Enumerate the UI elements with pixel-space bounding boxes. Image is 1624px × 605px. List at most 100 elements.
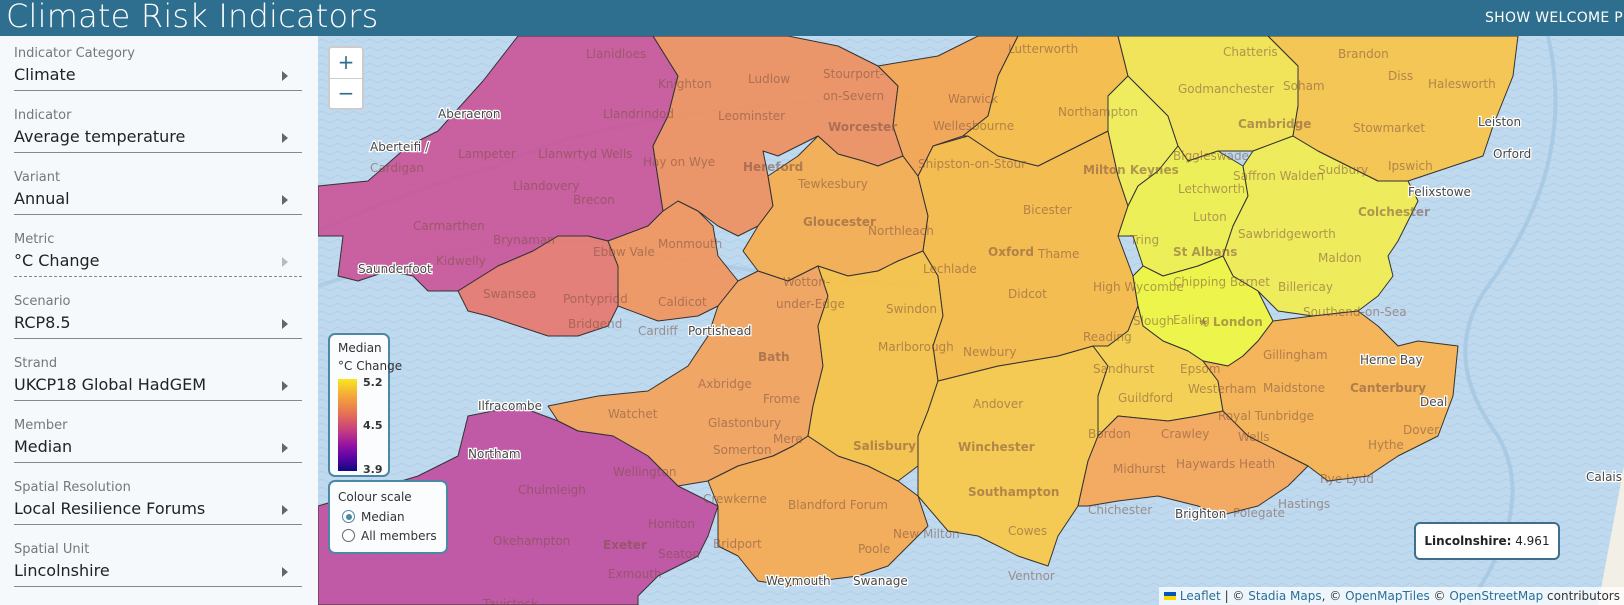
place-label: Bordon [1088, 427, 1131, 441]
place-label: Brecon [573, 193, 615, 207]
place-label: Sandhurst [1093, 362, 1155, 376]
field-underline [14, 90, 302, 91]
hover-info-box: Lincolnshire: 4.961 [1414, 522, 1560, 560]
map-view[interactable]: Llanidloes Knighton Ludlow Stourport-on-Sev… [318, 36, 1624, 605]
place-label: Billericay [1278, 280, 1333, 294]
place-label: Glastonbury [708, 416, 781, 430]
member-select[interactable]: Member Median [14, 408, 302, 463]
indicator-select[interactable]: Indicator Average temperature [14, 98, 302, 153]
radio-label: All members [361, 529, 437, 543]
place-label: Carmarthen [413, 219, 485, 233]
caret-right-icon [282, 443, 288, 453]
caret-right-icon [282, 257, 288, 267]
place-label: Cambridge [1238, 117, 1311, 131]
spatial-unit-select[interactable]: Spatial Unit Lincolnshire [14, 532, 302, 587]
place-label: Crawley [1161, 427, 1209, 441]
field-value: Average temperature [14, 127, 186, 146]
field-label: Metric [14, 232, 55, 247]
place-label: Ipswich [1388, 159, 1433, 173]
indicator-category-select[interactable]: Indicator Category Climate [14, 36, 302, 91]
zoom-out-button[interactable]: − [330, 78, 362, 109]
place-label: Cardiff [638, 324, 678, 338]
place-label: Llandovery [513, 179, 579, 193]
place-label: Bridgend [568, 317, 622, 331]
radio-median[interactable]: Median [342, 510, 405, 524]
place-label: Brighton [1175, 507, 1226, 521]
field-value: Climate [14, 65, 76, 84]
place-label: Sawbridgeworth [1238, 227, 1336, 241]
legend-min: 3.9 [363, 463, 383, 476]
place-label: Crewkerne [703, 492, 767, 506]
sidebar: Indicator Category Climate Indicator Ave… [0, 36, 318, 605]
scenario-select[interactable]: Scenario RCP8.5 [14, 284, 302, 339]
metric-select: Metric °C Change [14, 222, 302, 277]
place-label: Gillingham [1263, 348, 1328, 362]
place-label: Diss [1388, 69, 1413, 83]
place-label: Axbridge [698, 377, 752, 391]
place-label: Royal Tunbridge [1218, 409, 1314, 423]
place-label: High Wycombe [1093, 280, 1184, 294]
place-label: Caldicot [658, 295, 707, 309]
place-label: Chatteris [1223, 45, 1278, 59]
place-label: Hereford [743, 160, 803, 174]
place-label: Exeter [603, 538, 647, 552]
place-label: Lutterworth [1008, 42, 1078, 56]
place-label: Northampton [1058, 105, 1138, 119]
place-label: Orford [1493, 147, 1531, 161]
leaflet-link[interactable]: Leaflet [1180, 589, 1221, 603]
info-region-name: Lincolnshire: [1424, 534, 1512, 548]
place-label: Swanage [853, 574, 908, 588]
field-underline [14, 586, 302, 587]
field-value: UKCP18 Global HadGEM [14, 375, 207, 394]
field-label: Scenario [14, 294, 71, 309]
place-label: Frome [763, 392, 800, 406]
place-label: Stowmarket [1353, 121, 1425, 135]
map-attribution: Leaflet | © Stadia Maps, © OpenMapTiles … [1158, 587, 1624, 605]
osm-link[interactable]: OpenStreetMap [1449, 589, 1543, 603]
variant-select[interactable]: Variant Annual [14, 160, 302, 215]
place-label: Milton Keynes [1083, 163, 1179, 177]
place-label: Maidstone [1263, 381, 1325, 395]
place-label: ★ London [1198, 315, 1263, 329]
spatial-resolution-select[interactable]: Spatial Resolution Local Resilience Foru… [14, 470, 302, 525]
attrib-text: © [1429, 589, 1450, 603]
place-label: New Milton [893, 527, 960, 541]
stadia-link[interactable]: Stadia Maps [1248, 589, 1321, 603]
openmaptiles-link[interactable]: OpenMapTiles [1345, 589, 1430, 603]
place-label: Wellington [613, 465, 676, 479]
attrib-text: contributors [1543, 589, 1620, 603]
radio-all-members[interactable]: All members [342, 529, 437, 543]
place-label: Brandon [1338, 47, 1389, 61]
place-label: Hythe [1368, 438, 1404, 452]
place-label: Bridport [713, 537, 762, 551]
field-label: Member [14, 418, 68, 433]
show-welcome-button[interactable]: SHOW WELCOME P [1485, 10, 1623, 26]
colour-scale-control: Colour scale Median All members [328, 480, 448, 554]
place-label: Reading [1083, 330, 1132, 344]
ukraine-flag-icon [1163, 592, 1176, 600]
place-label: Wells [1238, 430, 1269, 444]
attrib-text: , © [1321, 589, 1346, 603]
radio-unselected-icon[interactable] [342, 529, 355, 542]
place-label: Chipping Barnet [1173, 275, 1270, 289]
place-label: Gloucester [803, 215, 876, 229]
choropleth-map[interactable]: Llanidloes Knighton Ludlow Stourport-on-Sev… [318, 36, 1624, 605]
place-label: Warwick [948, 92, 998, 106]
legend-mid: 4.5 [363, 419, 383, 432]
place-label: Epsom [1180, 362, 1220, 376]
field-label: Indicator Category [14, 46, 135, 61]
place-label: Ludlow [748, 72, 790, 86]
place-label: Soham [1283, 79, 1325, 93]
app-header: Climate Risk Indicators SHOW WELCOME P [0, 0, 1624, 36]
field-value: °C Change [14, 251, 100, 270]
place-label: Rye Lydd [1320, 472, 1374, 486]
place-label: Kidwelly [436, 254, 486, 268]
attrib-text: | © [1220, 589, 1249, 603]
strand-select[interactable]: Strand UKCP18 Global HadGEM [14, 346, 302, 401]
place-label: Lechlade [923, 262, 977, 276]
radio-selected-icon[interactable] [342, 510, 355, 523]
zoom-in-button[interactable]: + [330, 48, 362, 78]
place-label: Polegate [1233, 506, 1285, 520]
color-legend: Median °C Change 5.2 4.5 3.9 [328, 333, 402, 477]
field-label: Spatial Unit [14, 542, 90, 557]
